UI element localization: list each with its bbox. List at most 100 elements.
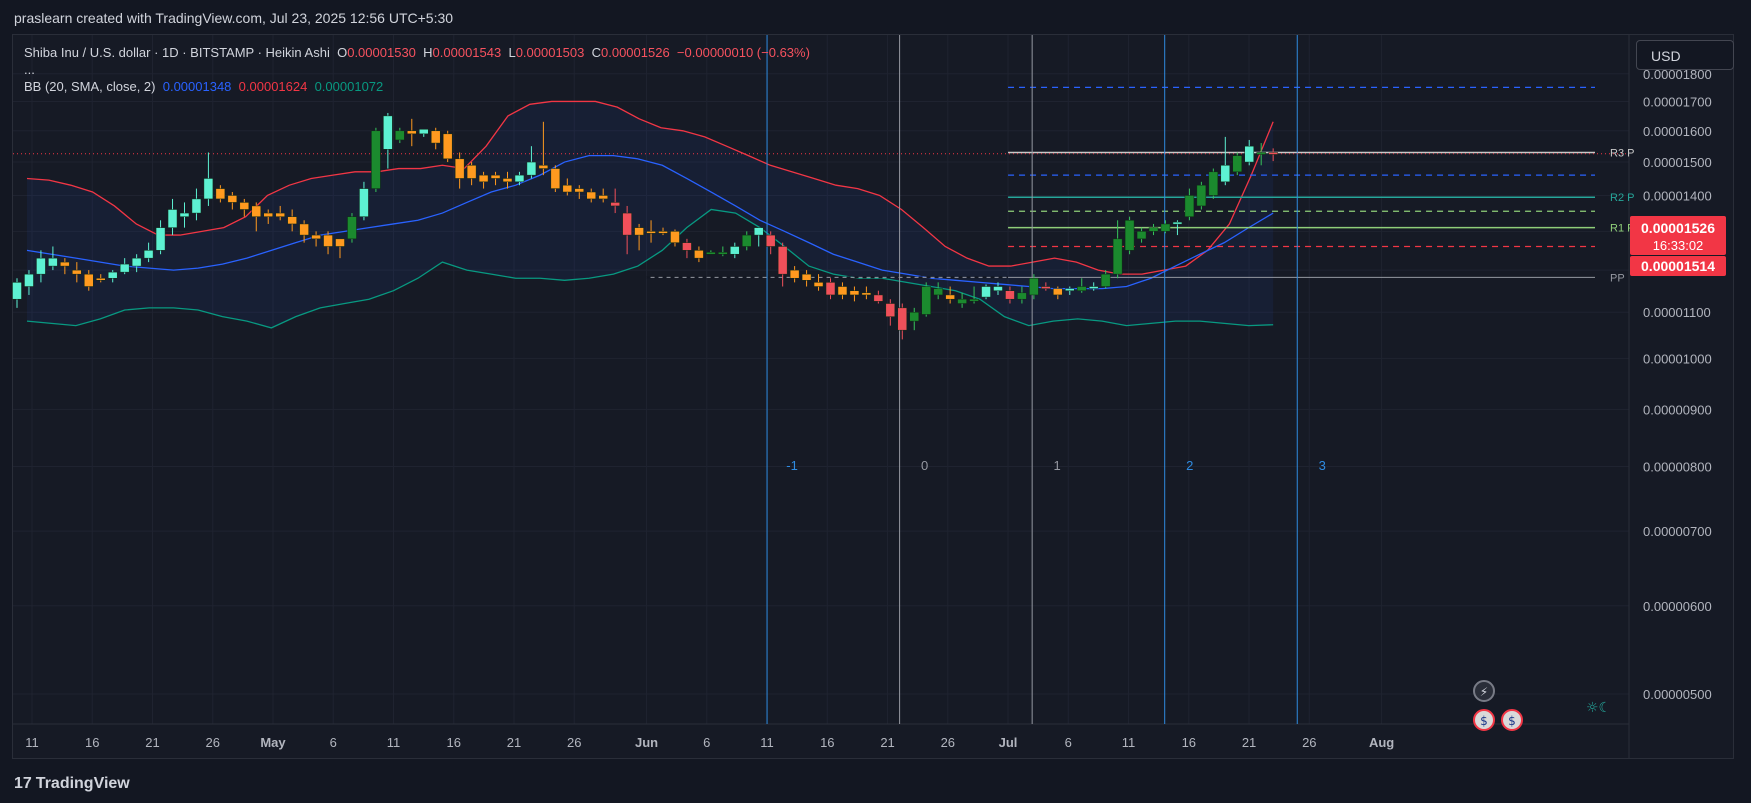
candle-body xyxy=(550,168,561,189)
candle-body xyxy=(586,191,596,200)
x-axis-tick-label: 21 xyxy=(145,735,159,750)
candle-body xyxy=(538,165,549,169)
y-axis-tick-label: 0.00001000 xyxy=(1643,351,1712,366)
candle-body xyxy=(490,174,501,179)
footer-bar xyxy=(0,760,1751,803)
candle-body xyxy=(1220,165,1231,183)
candle-body xyxy=(466,165,477,179)
candle-body xyxy=(1029,277,1039,296)
cycle-label: 2 xyxy=(1186,458,1193,473)
candle-body xyxy=(598,195,608,200)
candle-body xyxy=(179,212,190,217)
candle-body xyxy=(84,273,94,287)
candle-body xyxy=(1065,288,1075,291)
bb-band-fill xyxy=(27,101,1274,328)
candle-body xyxy=(407,130,417,135)
bb-basis-value: 0.00001348 xyxy=(162,79,232,94)
candle-body xyxy=(442,133,453,160)
candle-body xyxy=(742,234,752,247)
bb-indicator-row[interactable]: BB (20, SMA, close, 2) 0.00001348 0.0000… xyxy=(24,79,810,96)
x-axis-tick-label: 6 xyxy=(1065,735,1072,750)
symbol-name[interactable]: Shiba Inu / U.S. dollar · 1D · BITSTAMP … xyxy=(24,45,330,60)
candle-body xyxy=(658,231,668,234)
candle-body xyxy=(885,303,896,317)
candle-body xyxy=(299,223,309,236)
candle-body xyxy=(849,290,860,296)
high-value: 0.00001543 xyxy=(432,45,502,60)
bb-label[interactable]: BB (20, SMA, close, 2) xyxy=(24,79,156,94)
x-axis-tick-label: 11 xyxy=(1122,735,1136,750)
candle-body xyxy=(502,178,513,183)
x-axis-tick-label: 11 xyxy=(25,735,39,750)
candle-body xyxy=(562,184,573,193)
cycle-label: -1 xyxy=(786,458,798,473)
x-axis-tick-label: 16 xyxy=(447,735,461,750)
y-axis-tick-label: 0.00001500 xyxy=(1643,155,1712,170)
candle-body xyxy=(454,158,465,179)
candle-body xyxy=(167,209,178,228)
low-value: 0.00001503 xyxy=(515,45,585,60)
candle-body xyxy=(335,238,345,247)
x-axis-tick-label: 11 xyxy=(760,735,774,750)
candle-body xyxy=(395,130,405,141)
tradingview-logo[interactable]: 17 TradingView xyxy=(14,775,130,793)
x-axis-tick-label: 26 xyxy=(1302,735,1316,750)
tradingview-logo-icon: 17 xyxy=(14,775,32,792)
candle-body xyxy=(95,277,106,281)
x-axis-tick-label: 11 xyxy=(387,735,401,750)
candle-body xyxy=(323,234,333,247)
candle-body xyxy=(1112,238,1123,275)
candle-body xyxy=(371,130,381,189)
session-moon-icon: ☼☾ xyxy=(1586,700,1611,716)
candle-body xyxy=(72,269,82,275)
candle-body xyxy=(1268,152,1278,155)
us-flag-icon-glyph: $ xyxy=(1480,714,1488,728)
pivot-label-r2: R2 P xyxy=(1610,192,1634,204)
candle-body xyxy=(694,250,704,259)
candle-body xyxy=(1196,184,1207,207)
candle-body xyxy=(969,298,979,302)
high-label: H xyxy=(423,45,433,60)
x-axis-tick-label: 16 xyxy=(820,735,834,750)
cycle-label: 3 xyxy=(1319,458,1326,473)
candle-body xyxy=(945,294,955,300)
candle-body xyxy=(622,212,632,236)
legend-more[interactable]: ... xyxy=(24,62,810,79)
y-axis-tick-label: 0.00000900 xyxy=(1643,402,1712,417)
candle-body xyxy=(36,257,46,275)
candle-body xyxy=(275,212,285,217)
x-axis-tick-label: 21 xyxy=(880,735,894,750)
candle-body xyxy=(897,307,908,331)
candle-body xyxy=(610,202,620,207)
candle-body xyxy=(993,286,1003,291)
cycle-label: 1 xyxy=(1054,458,1061,473)
symbol-row[interactable]: Shiba Inu / U.S. dollar · 1D · BITSTAMP … xyxy=(24,45,810,62)
x-axis-tick-label: 21 xyxy=(507,735,521,750)
open-value: 0.00001530 xyxy=(347,45,416,60)
candle-body xyxy=(1136,231,1147,240)
candle-body xyxy=(359,188,369,217)
candle-body xyxy=(514,174,525,183)
candle-body xyxy=(1124,220,1135,251)
price-chart[interactable]: 0.000018000.000017000.000016000.00001500… xyxy=(0,0,1751,803)
candle-body xyxy=(777,246,788,275)
candle-body xyxy=(119,263,130,273)
candle-body xyxy=(706,252,716,255)
change-value: −0.00000010 (−0.63%) xyxy=(676,45,810,60)
candle-body xyxy=(1256,152,1266,155)
candle-body xyxy=(287,216,297,225)
candle-body xyxy=(1088,286,1099,289)
cycle-label: 0 xyxy=(921,458,928,473)
candle-body xyxy=(634,227,644,236)
y-axis-tick-label: 0.00000500 xyxy=(1643,687,1712,702)
candle-body xyxy=(227,195,238,203)
candle-body xyxy=(131,257,142,267)
candle-body xyxy=(825,282,836,296)
candle-body xyxy=(873,294,884,302)
x-axis-tick-label: 16 xyxy=(85,735,99,750)
chart-legend: Shiba Inu / U.S. dollar · 1D · BITSTAMP … xyxy=(24,45,810,96)
currency-button[interactable]: USD xyxy=(1636,40,1734,70)
candle-body xyxy=(1041,286,1051,289)
candle-body xyxy=(861,292,872,296)
candle-body xyxy=(1148,227,1159,232)
